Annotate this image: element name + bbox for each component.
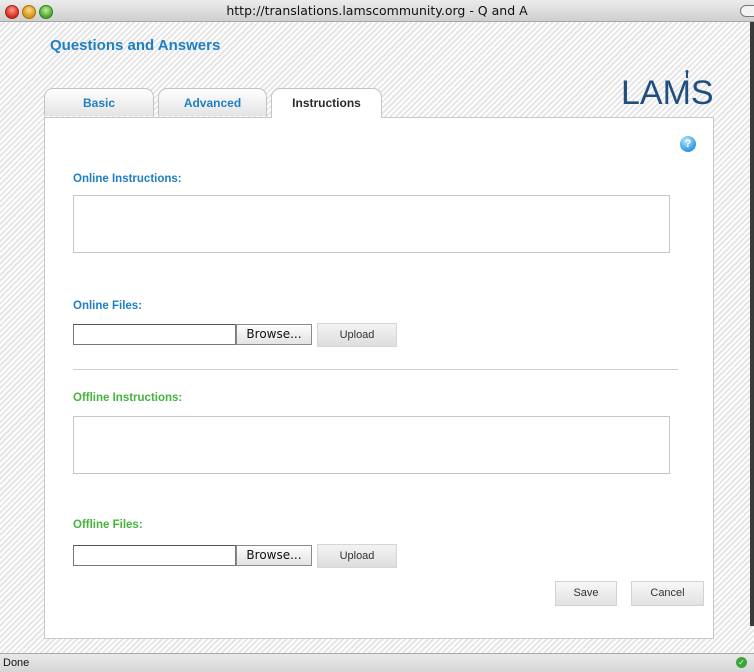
- lams-logo: LAMS: [621, 70, 714, 108]
- tab-basic[interactable]: Basic: [44, 88, 154, 116]
- online-file-input[interactable]: [73, 324, 236, 345]
- page-title: Questions and Answers: [50, 37, 221, 54]
- window-titlebar: http://translations.lamscommunity.org - …: [0, 0, 754, 22]
- offline-instructions-textarea[interactable]: [73, 416, 670, 474]
- offline-instructions-label: Offline Instructions:: [73, 392, 183, 404]
- offline-file-input[interactable]: [73, 545, 236, 566]
- online-instructions-label: Online Instructions:: [73, 173, 182, 185]
- offline-files-label: Offline Files:: [73, 519, 143, 531]
- scrollbar[interactable]: [750, 22, 754, 626]
- online-upload-button[interactable]: Upload: [317, 323, 397, 347]
- checkmark-icon: ✓: [736, 657, 747, 668]
- online-files-label: Online Files:: [73, 300, 143, 312]
- help-icon[interactable]: ?: [680, 136, 696, 152]
- tab-instructions[interactable]: Instructions: [271, 88, 382, 118]
- online-browse-button[interactable]: Browse...: [236, 324, 312, 345]
- status-bar: Done ✓: [0, 653, 754, 672]
- save-button[interactable]: Save: [555, 581, 617, 606]
- offline-upload-button[interactable]: Upload: [317, 544, 397, 568]
- online-instructions-textarea[interactable]: [73, 195, 670, 253]
- offline-browse-button[interactable]: Browse...: [236, 545, 312, 566]
- window-title: http://translations.lamscommunity.org - …: [226, 3, 528, 18]
- tab-advanced[interactable]: Advanced: [158, 88, 267, 116]
- svg-text:LAMS: LAMS: [621, 74, 714, 108]
- toolbar-toggle-button[interactable]: [740, 5, 754, 17]
- cancel-button[interactable]: Cancel: [631, 581, 704, 606]
- status-text: Done: [3, 657, 30, 669]
- section-divider: [73, 369, 678, 370]
